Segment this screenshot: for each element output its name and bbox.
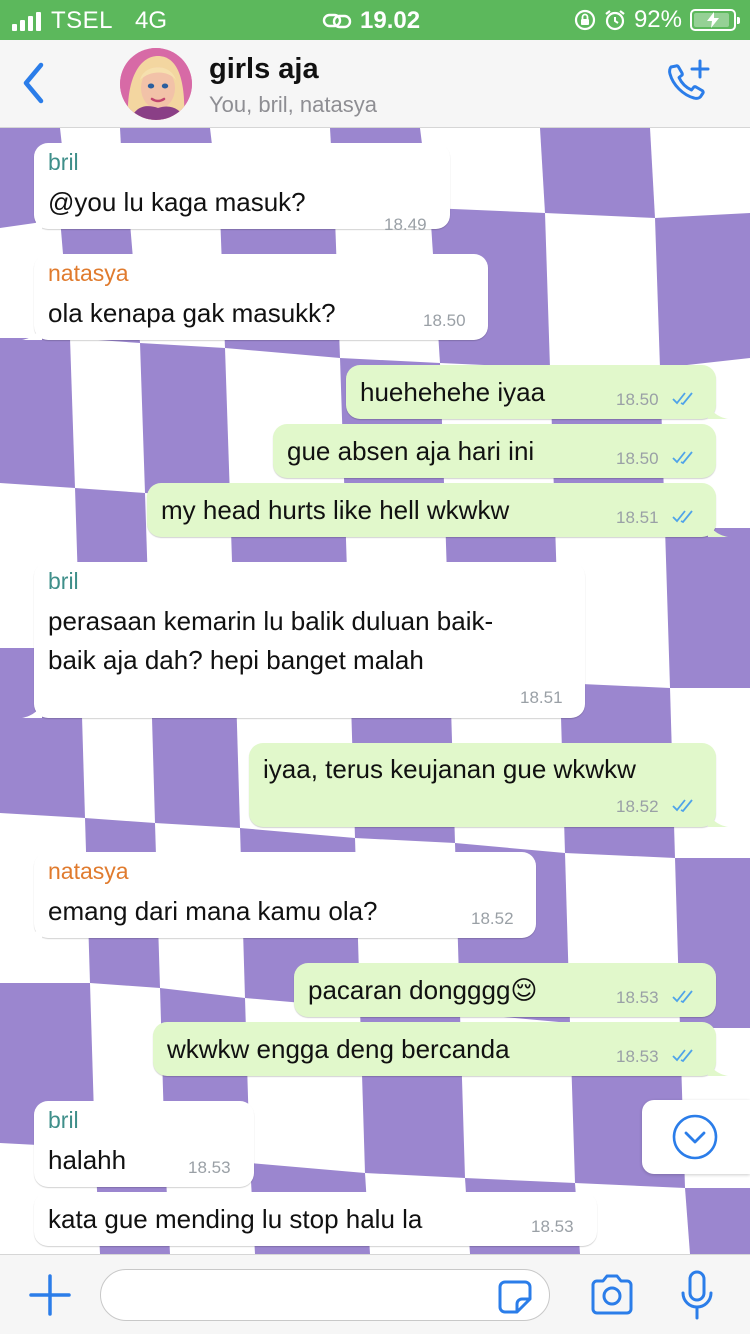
message-bubble-outgoing[interactable]: pacaran dongggg😌 18.53 xyxy=(294,963,716,1017)
message-time: 18.50 xyxy=(616,449,659,468)
message-time: 18.50 xyxy=(616,390,659,409)
message-bubble-incoming[interactable]: bril halahh 18.53 xyxy=(34,1101,254,1187)
message-text: wkwkw engga deng bercanda xyxy=(167,1034,510,1064)
message-time: 18.49 xyxy=(384,215,427,234)
carrier-label: TSEL xyxy=(51,7,114,34)
message-text-line: perasaan kemarin lu balik duluan baik- xyxy=(48,606,494,636)
message-time: 18.52 xyxy=(471,909,514,928)
status-time: 19.02 xyxy=(360,7,421,34)
message-time: 18.50 xyxy=(423,311,466,330)
message-text: iyaa, terus keujanan gue wkwkw xyxy=(263,754,636,784)
message-text: emang dari mana kamu ola? xyxy=(48,896,378,926)
chat-title[interactable]: girls aja xyxy=(209,53,319,86)
message-time: 18.53 xyxy=(616,1047,659,1066)
read-ticks-icon xyxy=(672,990,693,1004)
bubble-tail xyxy=(708,1056,728,1076)
chat-header: girls aja You, bril, natasya xyxy=(0,40,750,128)
chat-participants[interactable]: You, bril, natasya xyxy=(209,92,377,118)
message-time: 18.53 xyxy=(531,1217,574,1236)
message-time: 18.51 xyxy=(616,508,659,527)
read-ticks-icon xyxy=(672,510,693,524)
network-type: 4G xyxy=(135,7,168,34)
message-input[interactable] xyxy=(100,1269,550,1321)
message-bubble-incoming[interactable]: bril @you lu kaga masuk? 18.49 xyxy=(22,143,450,234)
status-right: 92% xyxy=(574,6,740,34)
status-center: 19.02 xyxy=(322,7,420,35)
bubble-tail xyxy=(22,698,42,718)
message-bubble-incoming[interactable]: natasya ola kenapa gak masukk? 18.50 xyxy=(22,254,488,340)
message-bubble-outgoing[interactable]: wkwkw engga deng bercanda 18.53 xyxy=(153,1022,728,1076)
battery-percent: 92% xyxy=(633,6,682,33)
bubble-tail xyxy=(22,918,42,938)
read-ticks-icon xyxy=(672,392,693,406)
status-left: TSEL 4G xyxy=(12,7,167,35)
message-time: 18.51 xyxy=(520,688,563,707)
message-text: my head hurts like hell wkwkw xyxy=(161,495,510,525)
message-text: halahh xyxy=(48,1145,127,1175)
read-ticks-icon xyxy=(672,799,693,813)
message-text: gue absen aja hari ini xyxy=(287,436,535,466)
alarm-icon xyxy=(605,10,625,31)
read-ticks-icon xyxy=(672,1049,693,1063)
bubble-tail xyxy=(708,517,728,537)
status-bar: TSEL 4G 19.02 92% xyxy=(0,0,750,40)
signal-icon xyxy=(12,11,41,31)
link-icon xyxy=(322,13,352,29)
message-bubble-outgoing[interactable]: iyaa, terus keujanan gue wkwkw 18.52 xyxy=(249,743,728,827)
avatar-image xyxy=(120,48,192,120)
message-bubble-outgoing[interactable]: my head hurts like hell wkwkw 18.51 xyxy=(147,483,728,537)
composer-bar xyxy=(0,1254,750,1334)
message-text: huehehehe iyaa xyxy=(360,377,546,407)
sticker-icon[interactable] xyxy=(497,1279,533,1315)
message-time: 18.52 xyxy=(616,797,659,816)
sender-name[interactable]: natasya xyxy=(48,260,129,287)
camera-icon[interactable] xyxy=(589,1273,635,1317)
message-bubble-incoming[interactable]: bril perasaan kemarin lu balik duluan ba… xyxy=(22,562,585,718)
chat-area[interactable]: bril @you lu kaga masuk? 18.49 natasya o… xyxy=(0,128,750,1254)
message-text-line: baik aja dah? hepi banget malah xyxy=(48,645,424,675)
message-bubble-outgoing[interactable]: huehehehe iyaa 18.50 xyxy=(346,365,728,419)
bubble-tail xyxy=(22,209,42,229)
microphone-icon[interactable] xyxy=(680,1269,714,1321)
message-text: kata gue mending lu stop halu la xyxy=(48,1204,423,1234)
message-bubble-incoming[interactable]: natasya emang dari mana kamu ola? 18.52 xyxy=(22,852,536,938)
read-ticks-icon xyxy=(672,451,693,465)
group-avatar[interactable] xyxy=(120,48,192,120)
sender-name[interactable]: natasya xyxy=(48,858,129,885)
message-text: @you lu kaga masuk? xyxy=(48,187,306,217)
bubble-tail xyxy=(22,320,42,340)
sender-name[interactable]: bril xyxy=(48,1107,79,1134)
message-text: ola kenapa gak masukk? xyxy=(48,298,336,328)
rotation-lock-icon xyxy=(574,9,596,31)
message-bubble-outgoing[interactable]: gue absen aja hari ini 18.50 xyxy=(273,424,716,478)
sender-name[interactable]: bril xyxy=(48,568,79,595)
bubble-tail xyxy=(708,399,728,419)
phone-plus-icon[interactable] xyxy=(662,58,712,108)
plus-icon[interactable] xyxy=(28,1273,72,1317)
message-text: pacaran dongggg😌 xyxy=(308,975,538,1005)
message-time: 18.53 xyxy=(188,1158,231,1177)
chevron-left-icon[interactable] xyxy=(14,58,54,108)
scroll-to-bottom-button[interactable] xyxy=(642,1100,750,1174)
battery-icon xyxy=(690,9,740,31)
charging-bolt-icon xyxy=(707,12,719,28)
message-time: 18.53 xyxy=(616,988,659,1007)
sender-name[interactable]: bril xyxy=(48,149,79,176)
bubble-tail xyxy=(708,807,728,827)
message-bubble-incoming[interactable]: kata gue mending lu stop halu la 18.53 xyxy=(34,1192,597,1246)
chevron-down-circle-icon xyxy=(672,1114,718,1160)
